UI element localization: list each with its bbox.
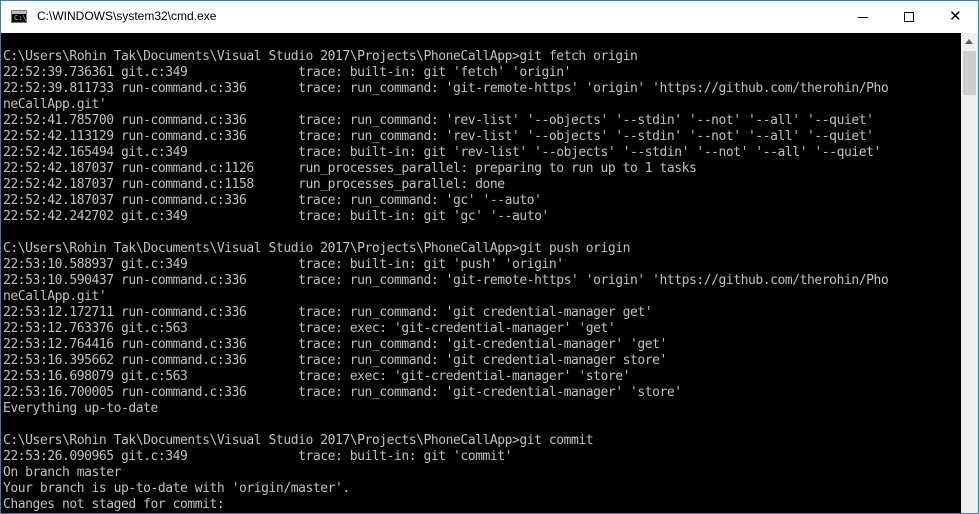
console-line: 22:52:42.113129 run-command.c:336 trace:… [3, 129, 874, 144]
console-line: neCallApp.git' [3, 289, 107, 304]
maximize-button[interactable] [886, 1, 932, 33]
scroll-up-arrow-icon [965, 39, 973, 44]
cmd-app-icon-label: C:\_ [14, 14, 31, 22]
console-line: 22:52:39.811733 run-command.c:336 trace:… [3, 81, 889, 96]
console-line: 22:52:42.187037 run-command.c:1158 run_p… [3, 177, 505, 192]
console-line: 22:53:16.698079 git.c:563 trace: exec: '… [3, 369, 631, 384]
console-line: 22:53:26.090965 git.c:349 trace: built-i… [3, 449, 512, 464]
maximize-icon [904, 12, 914, 22]
console-line: Changes not staged for commit: [3, 497, 225, 512]
console-line: C:\Users\Rohin Tak\Documents\Visual Stud… [3, 241, 631, 256]
console-line: 22:53:16.700005 run-command.c:336 trace:… [3, 385, 682, 400]
cmd-window: C:\_ C:\WINDOWS\system32\cmd.exe ✕ C:\Us… [0, 0, 979, 514]
console-line: 22:52:39.736361 git.c:349 trace: built-i… [3, 65, 572, 80]
console-line: 22:53:10.590437 run-command.c:336 trace:… [3, 273, 889, 288]
console-line: 22:52:41.785700 run-command.c:336 trace:… [3, 113, 874, 128]
console-output[interactable]: C:\Users\Rohin Tak\Documents\Visual Stud… [1, 33, 961, 513]
title-bar[interactable]: C:\_ C:\WINDOWS\system32\cmd.exe ✕ [1, 1, 978, 33]
vertical-scrollbar[interactable] [961, 33, 978, 513]
scroll-up-button[interactable] [961, 33, 978, 50]
minimize-icon [858, 17, 868, 18]
console-line: 22:53:16.395662 run-command.c:336 trace:… [3, 353, 667, 368]
console-line: 22:53:12.763376 git.c:563 trace: exec: '… [3, 321, 616, 336]
console-line: C:\Users\Rohin Tak\Documents\Visual Stud… [3, 49, 638, 64]
console-line: 22:52:42.242702 git.c:349 trace: built-i… [3, 209, 549, 224]
window-title: C:\WINDOWS\system32\cmd.exe [37, 9, 217, 23]
console-line: Everything up-to-date [3, 401, 158, 416]
console-lines: C:\Users\Rohin Tak\Documents\Visual Stud… [3, 49, 889, 513]
console-line: 22:52:42.187037 run-command.c:1126 run_p… [3, 161, 697, 176]
console-line: neCallApp.git' [3, 97, 107, 112]
close-icon: ✕ [949, 7, 962, 25]
cmd-app-icon[interactable]: C:\_ [11, 10, 31, 23]
console-line: 22:53:10.588937 git.c:349 trace: built-i… [3, 257, 564, 272]
console-line: 22:53:12.764416 run-command.c:336 trace:… [3, 337, 667, 352]
console-line: 22:52:42.187037 run-command.c:336 trace:… [3, 193, 542, 208]
console-line: 22:52:42.165494 git.c:349 trace: built-i… [3, 145, 881, 160]
console-line: On branch master [3, 465, 122, 480]
console-line: C:\Users\Rohin Tak\Documents\Visual Stud… [3, 433, 594, 448]
console-line: 22:53:12.172711 run-command.c:336 trace:… [3, 305, 653, 320]
minimize-button[interactable] [840, 1, 886, 33]
console-line: Your branch is up-to-date with 'origin/m… [3, 481, 350, 496]
scrollbar-thumb[interactable] [963, 51, 976, 95]
close-button[interactable]: ✕ [932, 1, 978, 33]
